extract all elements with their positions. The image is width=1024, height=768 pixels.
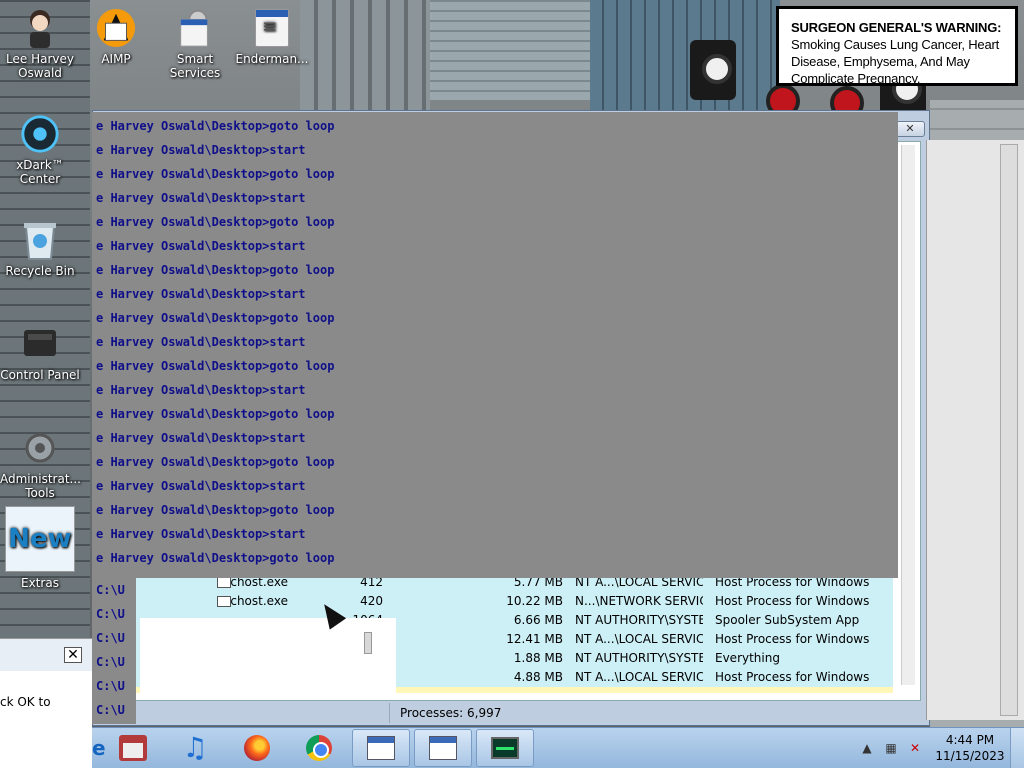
console-line: e Harvey Oswald\Desktop>start <box>96 143 306 157</box>
volume-muted-icon[interactable]: ✕ <box>906 739 924 757</box>
console-line: e Harvey Oswald\Desktop>goto loop <box>96 551 335 565</box>
desktop-icon-recycle-bin[interactable]: Recycle Bin <box>0 220 80 278</box>
console-line: e Harvey Oswald\Desktop>start <box>96 383 306 397</box>
process-icon <box>217 577 231 588</box>
taskbar-task-manager[interactable] <box>414 729 472 767</box>
taskbar-window-app[interactable] <box>352 729 410 767</box>
console-line: e Harvey Oswald\Desktop>start <box>96 431 306 445</box>
taskbar-chrome[interactable] <box>290 729 348 767</box>
taskbar-firefox[interactable] <box>228 729 286 767</box>
recycle-bin-icon <box>20 220 60 260</box>
aimp-icon <box>96 8 136 48</box>
console-line: C:\U <box>96 703 125 717</box>
store-icon <box>119 735 147 761</box>
console-line: e Harvey Oswald\Desktop>goto loop <box>96 215 335 229</box>
xdark-icon <box>20 114 60 154</box>
extras-icon: New <box>5 506 75 572</box>
internet-explorer-icon[interactable]: e <box>92 729 106 767</box>
show-hidden-icons-icon[interactable]: ▲ <box>858 739 876 757</box>
taskbar-music[interactable]: ♫ <box>166 729 224 767</box>
person-icon <box>20 8 60 48</box>
console-line: C:\U <box>96 631 125 645</box>
console-line: C:\U <box>96 583 125 597</box>
close-button[interactable]: ✕ <box>895 121 925 137</box>
console-line: e Harvey Oswald\Desktop>goto loop <box>96 359 335 373</box>
console-line: e Harvey Oswald\Desktop>start <box>96 527 306 541</box>
dialog-close-button[interactable]: ✕ <box>64 647 82 663</box>
background-window[interactable] <box>926 140 1024 720</box>
dialog-message: ck OK to <box>0 695 51 709</box>
window-app-icon <box>367 736 395 760</box>
desktop-icon-control-panel[interactable]: Control Panel <box>0 324 80 382</box>
console-line: C:\U <box>96 679 125 693</box>
taskbar-monitor[interactable] <box>476 729 534 767</box>
command-prompt-window[interactable]: e Harvey Oswald\Desktop>goto loop e Harv… <box>92 112 898 578</box>
desktop-icon-lee-harvey-oswald[interactable]: Lee Harvey Oswald <box>0 8 80 80</box>
clock[interactable]: 4:44 PM 11/15/2023 <box>930 732 1010 764</box>
console-line: C:\U <box>96 655 125 669</box>
console-line: e Harvey Oswald\Desktop>start <box>96 191 306 205</box>
console-line: C:\U <box>96 607 125 621</box>
console-line: e Harvey Oswald\Desktop>goto loop <box>96 263 335 277</box>
system-tray: ▲ ▦ ✕ 4:44 PM 11/15/2023 <box>858 728 1024 768</box>
monitor-icon <box>491 737 519 759</box>
admin-tools-icon <box>20 428 60 468</box>
blank-popup[interactable] <box>140 618 396 694</box>
console-line: e Harvey Oswald\Desktop>start <box>96 335 306 349</box>
surgeon-general-warning: SURGEON GENERAL'S WARNING: Smoking Cause… <box>776 6 1018 86</box>
process-count-status: Processes: 6,997 <box>389 703 913 723</box>
console-line: e Harvey Oswald\Desktop>goto loop <box>96 407 335 421</box>
console-line: e Harvey Oswald\Desktop>goto loop <box>96 311 335 325</box>
desktop-icon-administrative-tools[interactable]: Administrat... Tools <box>0 428 81 500</box>
message-dialog[interactable]: ✕ ck OK to <box>0 638 92 768</box>
firefox-icon <box>244 735 270 761</box>
table-row[interactable]: svchost.exe 420 10.22 MB N...\NETWORK SE… <box>133 592 893 611</box>
desktop-icon-enderman[interactable]: Enderman... <box>232 8 312 66</box>
process-list-scrollbar[interactable] <box>901 145 915 685</box>
taskbar: e ♫ ▲ ▦ ✕ 4:44 PM 11/15/2023 <box>92 727 1024 768</box>
console-line: e Harvey Oswald\Desktop>start <box>96 239 306 253</box>
control-panel-icon <box>20 324 60 364</box>
speaker-decoration <box>690 40 736 100</box>
desktop-icon-extras[interactable]: New Extras <box>0 506 80 590</box>
network-icon[interactable]: ▦ <box>882 739 900 757</box>
process-icon <box>217 596 231 607</box>
desktop-icon-aimp[interactable]: AIMP <box>76 8 156 66</box>
console-line: e Harvey Oswald\Desktop>start <box>96 479 306 493</box>
console-line: e Harvey Oswald\Desktop>goto loop <box>96 167 335 181</box>
task-manager-icon <box>429 736 457 760</box>
chrome-icon <box>306 735 332 761</box>
gear-app-icon <box>175 8 215 48</box>
console-line: e Harvey Oswald\Desktop>goto loop <box>96 119 335 133</box>
console-line: e Harvey Oswald\Desktop>goto loop <box>96 503 335 517</box>
console-output: e Harvey Oswald\Desktop>goto loop e Harv… <box>92 112 898 570</box>
show-desktop-button[interactable] <box>1010 728 1024 768</box>
vertical-scrollbar[interactable] <box>1000 144 1018 716</box>
console-window-strip[interactable]: C:\U C:\U C:\U C:\U C:\U C:\U <box>92 578 136 724</box>
app-icon <box>252 8 292 48</box>
desktop-icon-smart-services[interactable]: Smart Services <box>155 8 235 80</box>
popup-scrollbar[interactable] <box>364 632 372 654</box>
console-line: e Harvey Oswald\Desktop>start <box>96 287 306 301</box>
desktop-icon-xdark-center[interactable]: xDark™ Center <box>0 114 80 186</box>
taskbar-store[interactable] <box>104 729 162 767</box>
console-line: e Harvey Oswald\Desktop>goto loop <box>96 455 335 469</box>
music-icon: ♫ <box>182 731 208 764</box>
